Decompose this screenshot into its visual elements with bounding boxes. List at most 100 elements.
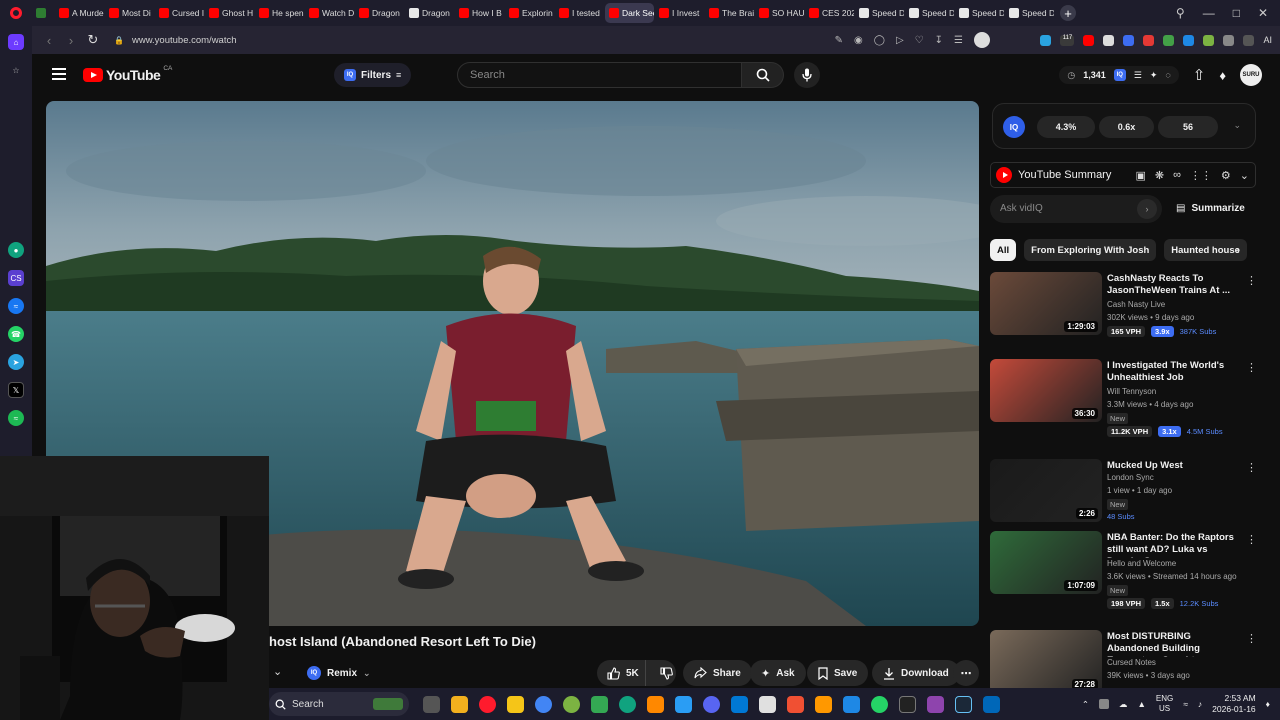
play-icon[interactable]: ▷: [896, 35, 904, 46]
sublime-icon[interactable]: [815, 695, 832, 713]
wifi-icon[interactable]: ≈: [1183, 699, 1188, 709]
browser-tab[interactable]: Speed D: [955, 3, 1004, 23]
hamburger-menu-icon[interactable]: [52, 68, 66, 80]
vidiq-ext-icon[interactable]: [1123, 34, 1135, 46]
recommendation-title[interactable]: CashNasty Reacts To JasonTheWeen Trains …: [1107, 273, 1237, 299]
chatgpt-icon[interactable]: [619, 695, 636, 713]
power-automate-icon[interactable]: [507, 695, 524, 713]
browser-tab[interactable]: Dark Secre: [605, 3, 654, 23]
recommendation-item[interactable]: 36:30 I Investigated The World's Unhealth…: [990, 359, 1257, 439]
remix-button[interactable]: IQ Remix ⌄: [307, 662, 371, 684]
more-actions-button[interactable]: ⋯: [953, 660, 979, 686]
recommendation-thumbnail[interactable]: 36:30: [990, 359, 1102, 422]
android-studio-icon[interactable]: [563, 695, 580, 713]
recommendation-channel[interactable]: Will Tennyson: [1107, 387, 1156, 396]
task-view-icon[interactable]: [423, 695, 440, 713]
language-indicator[interactable]: ENG US: [1156, 694, 1173, 714]
line-icon[interactable]: [675, 695, 692, 713]
adblock-icon[interactable]: [1143, 34, 1155, 46]
forward-icon[interactable]: ›: [60, 33, 82, 48]
recommendation-channel[interactable]: Hello and Welcome: [1107, 559, 1176, 568]
save-button[interactable]: Save: [807, 660, 869, 686]
home-icon[interactable]: ⌂: [8, 34, 24, 50]
recommendation-title[interactable]: NBA Banter: Do the Raptors still want AD…: [1107, 532, 1237, 558]
audio-wave-icon[interactable]: ⋮⋮: [1190, 169, 1212, 182]
clock[interactable]: 2:53 AM 2026-01-16: [1212, 693, 1255, 715]
minimize-icon[interactable]: —: [1203, 6, 1215, 20]
recommendation-channel[interactable]: Cash Nasty Live: [1107, 300, 1165, 309]
shield-icon[interactable]: ◯: [874, 35, 885, 46]
rss-icon[interactable]: [1103, 34, 1115, 46]
extensions-icon[interactable]: [1223, 34, 1235, 46]
ask-submit-icon[interactable]: ›: [1137, 199, 1157, 219]
heart-icon[interactable]: ♡: [915, 35, 924, 46]
more-vertical-icon[interactable]: ⋮: [1246, 533, 1257, 546]
whatsapp-icon[interactable]: ☎: [8, 326, 24, 342]
star-icon[interactable]: ☆: [8, 62, 24, 78]
browser-tab[interactable]: Dragon: [405, 3, 454, 23]
notifications-icon[interactable]: ♦: [1219, 68, 1226, 83]
x-icon[interactable]: 𝕏: [8, 382, 24, 398]
summarize-button[interactable]: ▤ Summarize: [1176, 203, 1245, 214]
telegram-icon[interactable]: ➤: [8, 354, 24, 370]
search-input[interactable]: Search: [457, 62, 742, 88]
back-icon[interactable]: ‹: [38, 33, 60, 48]
whatsapp-icon[interactable]: [871, 695, 888, 713]
download-button[interactable]: Download: [872, 660, 960, 686]
browser-tab[interactable]: [32, 3, 54, 23]
browser-tab[interactable]: Cursed I: [155, 3, 204, 23]
vpn-icon[interactable]: 117: [1060, 34, 1075, 46]
browser-tab[interactable]: He spen: [255, 3, 304, 23]
opera-logo-icon[interactable]: [0, 0, 32, 26]
more-vertical-icon[interactable]: ⋮: [1246, 461, 1257, 474]
recommendation-thumbnail[interactable]: 27:28: [990, 630, 1102, 693]
remote-desktop-icon[interactable]: [983, 695, 1000, 713]
taskbar-search[interactable]: Search: [269, 692, 409, 716]
voice-search-button[interactable]: [794, 62, 820, 88]
chevron-down-icon[interactable]: ⌄: [1233, 120, 1241, 131]
vidiq-toolbar[interactable]: ◷ 1,341 IQ ☰ ✦ ◌: [1059, 66, 1179, 84]
cs-icon[interactable]: CS: [8, 270, 24, 286]
browser-tab[interactable]: Dragon: [355, 3, 404, 23]
chrome-icon[interactable]: [535, 695, 552, 713]
capcut-icon[interactable]: [899, 695, 916, 713]
search-button[interactable]: [742, 62, 784, 88]
vscode-icon[interactable]: [731, 695, 748, 713]
close-icon[interactable]: ✕: [1258, 6, 1268, 20]
terminal-icon[interactable]: [843, 695, 860, 713]
upload-icon[interactable]: ⇧: [1193, 66, 1206, 84]
recommendation-channel[interactable]: London Sync: [1107, 473, 1154, 482]
like-button[interactable]: 5K: [597, 660, 646, 686]
vlc-icon[interactable]: [647, 695, 664, 713]
steam-icon[interactable]: [955, 695, 972, 713]
recommendation-thumbnail[interactable]: 2:26: [990, 459, 1102, 522]
location-icon[interactable]: ▲: [1137, 699, 1145, 709]
file-explorer-icon[interactable]: [451, 695, 468, 713]
git-icon[interactable]: [787, 695, 804, 713]
browser-tab[interactable]: I Invest: [655, 3, 704, 23]
browser-tab[interactable]: Speed D: [855, 3, 904, 23]
reload-icon[interactable]: ↻: [82, 32, 104, 48]
share-button[interactable]: Share: [683, 660, 752, 686]
recommendation-title[interactable]: Most DISTURBING Abandoned Building Encou…: [1107, 631, 1237, 657]
url-field[interactable]: 🔒 www.youtube.com/watch: [114, 35, 237, 46]
camera-icon[interactable]: ◉: [854, 35, 863, 46]
download-icon[interactable]: ↧: [935, 35, 943, 46]
profile-icon[interactable]: [974, 32, 990, 48]
notification-bell-icon[interactable]: ♦: [1266, 699, 1270, 709]
grid-app-icon[interactable]: [759, 695, 776, 713]
avatar[interactable]: SURU: [1240, 64, 1262, 86]
pin-icon[interactable]: [1040, 34, 1052, 46]
sidebar-toggle-icon[interactable]: [1243, 34, 1255, 46]
more-vertical-icon[interactable]: ⋮: [1246, 274, 1257, 287]
browser-tab[interactable]: Speed D: [1005, 3, 1054, 23]
browser-tab[interactable]: Most Di: [105, 3, 154, 23]
new-tab-button[interactable]: +: [1060, 5, 1076, 21]
more-vertical-icon[interactable]: ⋮: [1246, 361, 1257, 374]
browser-tab[interactable]: A Murde: [55, 3, 104, 23]
browser-tab[interactable]: How I B: [455, 3, 504, 23]
browser-tab[interactable]: SO HAU: [755, 3, 804, 23]
browser-tab[interactable]: Ghost H: [205, 3, 254, 23]
chevron-right-icon[interactable]: ›: [1236, 243, 1240, 257]
dislike-button[interactable]: [652, 660, 681, 686]
